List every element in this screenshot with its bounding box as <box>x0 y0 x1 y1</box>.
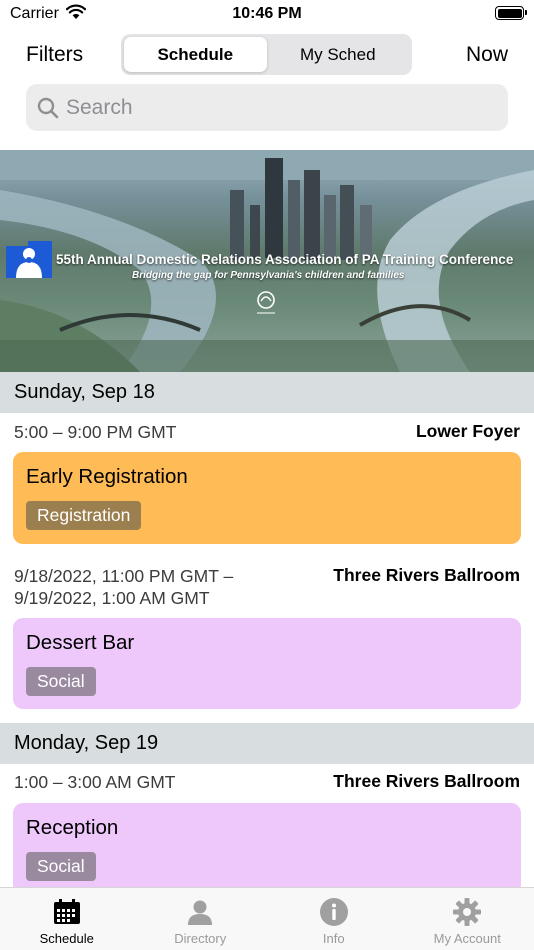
hotel-logo <box>257 291 275 314</box>
schedule-segmented-control: Schedule My Sched <box>121 34 412 75</box>
calendar-icon <box>53 899 80 924</box>
event-tag: Social <box>26 667 96 696</box>
event-card-early-registration[interactable]: Early Registration Registration <box>13 452 521 544</box>
event-tag: Social <box>26 852 96 881</box>
banner-subtitle: Bridging the gap for Pennsylvania's chil… <box>132 270 405 281</box>
day-header-monday: Monday, Sep 19 <box>0 723 534 764</box>
event-time-end: 9/19/2022, 1:00 AM GMT <box>14 588 210 608</box>
event-title: Dessert Bar <box>26 631 135 654</box>
battery-icon <box>495 6 527 20</box>
navigation-bar: Filters Schedule My Sched Now <box>0 34 534 76</box>
association-logo <box>6 241 52 278</box>
tab-bar: Schedule Directory Info My Account <box>0 887 534 950</box>
status-bar: Carrier 10:46 PM <box>0 0 534 30</box>
tab-info[interactable]: Info <box>267 888 401 950</box>
event-room: Three Rivers Ballroom <box>333 771 520 791</box>
event-title: Early Registration <box>26 465 188 488</box>
event-room: Three Rivers Ballroom <box>333 565 520 585</box>
tab-label: Info <box>322 931 345 946</box>
tab-schedule[interactable]: Schedule <box>0 888 134 950</box>
search-placeholder: Search <box>66 95 133 119</box>
event-title: Reception <box>26 816 119 839</box>
clock: 10:46 PM <box>232 5 302 22</box>
event-time: 5:00 – 9:00 PM GMT <box>14 422 177 442</box>
event-tag: Registration <box>26 501 142 530</box>
tab-label: My Account <box>433 931 501 946</box>
segment-my-sched[interactable]: My Sched <box>267 37 410 72</box>
conference-banner: 55th Annual Domestic Relations Associati… <box>0 150 534 372</box>
tab-label: Schedule <box>39 931 94 946</box>
tab-directory[interactable]: Directory <box>134 888 268 950</box>
info-icon <box>319 898 348 926</box>
banner-title: 55th Annual Domestic Relations Associati… <box>56 252 514 267</box>
day-header-sunday: Sunday, Sep 18 <box>0 372 534 413</box>
magnifier-icon <box>37 97 59 118</box>
event-room: Lower Foyer <box>415 421 520 441</box>
event-time: 9/18/2022, 11:00 PM GMT – 9/19/2022, 1:0… <box>14 565 233 609</box>
event-card-reception[interactable]: Reception Social <box>13 803 521 895</box>
event-time: 1:00 – 3:00 AM GMT <box>14 772 176 792</box>
event-time-start: 9/18/2022, 11:00 PM GMT – <box>14 566 234 586</box>
tab-label: Directory <box>174 931 227 946</box>
tab-my-account[interactable]: My Account <box>401 888 534 950</box>
segment-schedule[interactable]: Schedule <box>124 37 267 72</box>
search-field[interactable]: Search <box>26 84 508 131</box>
person-icon <box>188 900 213 925</box>
filters-button[interactable]: Filters <box>26 43 83 67</box>
gear-icon <box>453 898 482 926</box>
now-button[interactable]: Now <box>466 43 508 67</box>
event-card-dessert-bar[interactable]: Dessert Bar Social <box>13 618 521 709</box>
